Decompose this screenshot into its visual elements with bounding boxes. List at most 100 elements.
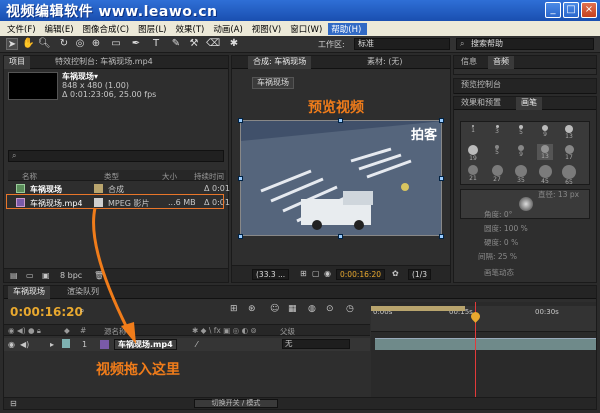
- video-frame[interactable]: 拍客: [240, 120, 442, 236]
- brush-tip[interactable]: 19: [465, 144, 481, 162]
- new-folder-icon[interactable]: ▭: [26, 271, 34, 280]
- brush-tip[interactable]: 27: [489, 164, 505, 183]
- brush-tip[interactable]: 17: [561, 144, 577, 161]
- minimize-button[interactable]: _: [545, 2, 561, 18]
- brush-tip[interactable]: 9: [513, 144, 529, 160]
- menu-window[interactable]: 窗口(W): [287, 23, 328, 35]
- tab-timeline-comp[interactable]: 车祸现场: [8, 286, 50, 299]
- menu-composition[interactable]: 图像合成(C): [80, 23, 136, 35]
- camera-snapshot-icon[interactable]: ◉: [324, 269, 331, 278]
- color-channel-icon[interactable]: ✿: [392, 269, 399, 278]
- brush-diameter-value[interactable]: 13 px: [558, 190, 579, 199]
- brush-tip[interactable]: 65: [561, 164, 577, 186]
- tab-effects-presets[interactable]: 效果和预置: [456, 97, 506, 110]
- camera-tool-icon[interactable]: ◎: [74, 38, 86, 50]
- column-size[interactable]: 大小: [162, 171, 177, 182]
- eraser-tool-icon[interactable]: ⌫: [206, 38, 220, 50]
- menu-edit[interactable]: 编辑(E): [42, 23, 80, 35]
- project-search-input[interactable]: ⌕: [8, 150, 224, 162]
- grid-icon[interactable]: ⊞: [300, 269, 307, 278]
- maximize-button[interactable]: □: [563, 2, 579, 18]
- transform-handle[interactable]: [338, 118, 343, 123]
- toggle-switches-modes-button[interactable]: 切换开关 / 模式: [194, 399, 278, 408]
- brush-tip[interactable]: 35: [513, 164, 529, 184]
- tab-footage[interactable]: 素材: (无): [362, 56, 407, 69]
- column-duration[interactable]: 持续时间: [194, 171, 224, 182]
- current-time-display[interactable]: 0:00:16:20: [336, 269, 385, 280]
- composition-breadcrumb[interactable]: 车祸现场: [252, 77, 294, 89]
- label-color-icon[interactable]: [62, 339, 70, 348]
- interpret-footage-icon[interactable]: ▤: [10, 271, 18, 280]
- layer-row[interactable]: ◉ ◀) ▸ 1 车祸现场.mp4 ⁄ 无: [4, 338, 370, 351]
- brush-tip[interactable]: 21: [465, 164, 481, 182]
- menu-file[interactable]: 文件(F): [4, 23, 42, 35]
- brush-roundness[interactable]: 圆度: 100 %: [484, 223, 528, 234]
- motion-blur-icon[interactable]: ◍: [308, 304, 316, 314]
- zoom-select[interactable]: (33.3 ...: [252, 269, 290, 280]
- mask-icon[interactable]: ▢: [312, 269, 320, 278]
- transform-handle[interactable]: [238, 176, 243, 181]
- parent-select[interactable]: 无: [282, 339, 350, 349]
- resolution-select[interactable]: (1/3: [408, 269, 431, 280]
- menu-layer[interactable]: 图层(L): [135, 23, 172, 35]
- help-search-input[interactable]: ⌕ 搜索帮助: [456, 38, 594, 50]
- pen-tool-icon[interactable]: ✒: [130, 38, 142, 50]
- menu-view[interactable]: 视图(V): [249, 23, 287, 35]
- tab-render-queue[interactable]: 渲染队列: [62, 286, 104, 299]
- graph-editor-icon[interactable]: ⊙: [326, 304, 334, 314]
- menu-effect[interactable]: 效果(T): [173, 23, 211, 35]
- frame-blending-icon[interactable]: ▦: [288, 304, 297, 314]
- brush-tool-icon[interactable]: ✎: [170, 38, 182, 50]
- tab-composition[interactable]: 合成: 车祸现场: [248, 56, 312, 69]
- zoom-tool-icon[interactable]: 🔍︎: [38, 38, 51, 50]
- workspace-select[interactable]: 标准: [354, 38, 450, 50]
- layer-name[interactable]: 车祸现场.mp4: [114, 339, 177, 350]
- brush-hardness[interactable]: 硬度: 0 %: [484, 237, 518, 248]
- brush-tip[interactable]: 9: [537, 124, 553, 140]
- brush-tip[interactable]: 5: [513, 124, 529, 140]
- transform-handle[interactable]: [439, 176, 444, 181]
- keyframe-icon[interactable]: ◷: [346, 304, 354, 314]
- text-tool-icon[interactable]: T: [150, 38, 162, 50]
- transform-handle[interactable]: [439, 234, 444, 239]
- transform-handle[interactable]: [338, 234, 343, 239]
- hand-tool-icon[interactable]: ✋: [22, 38, 34, 50]
- close-button[interactable]: ×: [581, 2, 597, 18]
- brush-angle[interactable]: 角度: 0°: [484, 209, 512, 220]
- brush-tip[interactable]: 3: [489, 124, 505, 140]
- selection-tool-icon[interactable]: ➤: [6, 38, 18, 50]
- column-type[interactable]: 类型: [104, 171, 119, 182]
- brush-dynamics[interactable]: 画笔动态: [484, 267, 514, 278]
- hide-shy-layers-icon[interactable]: ☺: [270, 304, 279, 314]
- tab-brushes[interactable]: 画笔: [516, 97, 542, 110]
- tab-info[interactable]: 信息: [456, 56, 482, 69]
- brush-tip-selected[interactable]: 13: [537, 144, 553, 160]
- rotate-tool-icon[interactable]: ↻: [58, 38, 70, 50]
- tab-preview[interactable]: 预览控制台: [456, 79, 506, 92]
- draft-3d-icon[interactable]: ⊛: [248, 304, 256, 314]
- brush-tip[interactable]: 5: [489, 144, 505, 160]
- audio-icon[interactable]: ◀): [20, 340, 29, 349]
- new-composition-icon[interactable]: ▣: [42, 271, 50, 280]
- brush-spacing[interactable]: 间隔: 25 %: [478, 251, 517, 262]
- brush-tip[interactable]: 45: [537, 164, 553, 185]
- trash-icon[interactable]: 🗑︎: [94, 271, 104, 280]
- bpc-indicator[interactable]: 8 bpc: [60, 271, 82, 280]
- search-icon[interactable]: ⌕: [80, 306, 84, 316]
- tab-effect-controls[interactable]: 特效控制台: 车祸现场.mp4: [50, 56, 158, 69]
- expand-icon[interactable]: ▸: [50, 340, 54, 349]
- quality-switch-icon[interactable]: ⁄: [196, 340, 197, 349]
- rectangle-tool-icon[interactable]: ▭: [110, 38, 122, 50]
- work-area-bar[interactable]: [371, 306, 465, 311]
- pan-behind-tool-icon[interactable]: ⊕: [90, 38, 102, 50]
- puppet-tool-icon[interactable]: ✱: [228, 38, 240, 50]
- column-name[interactable]: 名称: [22, 171, 37, 182]
- menu-animation[interactable]: 动画(A): [210, 23, 248, 35]
- selected-item-name[interactable]: 车祸现场▾: [62, 72, 156, 81]
- tab-audio[interactable]: 音频: [488, 56, 514, 69]
- transform-handle[interactable]: [439, 118, 444, 123]
- tab-project[interactable]: 项目: [4, 56, 30, 69]
- toggle-switches-icon[interactable]: ⊟: [10, 399, 17, 408]
- layer-duration-bar[interactable]: [375, 338, 596, 350]
- composition-mini-flowchart-icon[interactable]: ⊞: [230, 304, 238, 314]
